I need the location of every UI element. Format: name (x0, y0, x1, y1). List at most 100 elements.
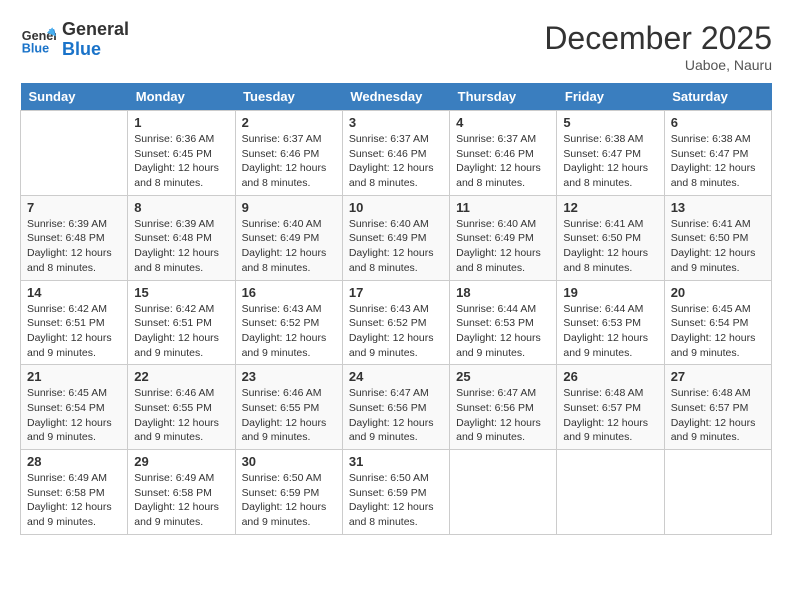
calendar-cell: 19 Sunrise: 6:44 AM Sunset: 6:53 PM Dayl… (557, 280, 664, 365)
logo: General Blue General Blue (20, 20, 129, 60)
daylight-label: Daylight: 12 hours and 9 minutes. (27, 332, 112, 359)
calendar-cell: 11 Sunrise: 6:40 AM Sunset: 6:49 PM Dayl… (450, 195, 557, 280)
sunrise-label: Sunrise: 6:38 AM (563, 133, 643, 145)
daylight-label: Daylight: 12 hours and 8 minutes. (349, 247, 434, 274)
calendar-cell: 16 Sunrise: 6:43 AM Sunset: 6:52 PM Dayl… (235, 280, 342, 365)
sunrise-label: Sunrise: 6:37 AM (456, 133, 536, 145)
cell-info: Sunrise: 6:38 AM Sunset: 6:47 PM Dayligh… (563, 132, 657, 191)
sunset-label: Sunset: 6:59 PM (349, 487, 427, 499)
calendar-cell: 12 Sunrise: 6:41 AM Sunset: 6:50 PM Dayl… (557, 195, 664, 280)
calendar-cell: 21 Sunrise: 6:45 AM Sunset: 6:54 PM Dayl… (21, 365, 128, 450)
location: Uaboe, Nauru (544, 57, 772, 73)
date-number: 15 (134, 285, 228, 300)
sunrise-label: Sunrise: 6:48 AM (563, 387, 643, 399)
daylight-label: Daylight: 12 hours and 9 minutes. (134, 417, 219, 444)
sunrise-label: Sunrise: 6:39 AM (27, 218, 107, 230)
sunset-label: Sunset: 6:49 PM (242, 232, 320, 244)
sunrise-label: Sunrise: 6:37 AM (349, 133, 429, 145)
sunrise-label: Sunrise: 6:46 AM (134, 387, 214, 399)
daylight-label: Daylight: 12 hours and 9 minutes. (671, 247, 756, 274)
daylight-label: Daylight: 12 hours and 9 minutes. (563, 417, 648, 444)
calendar-cell: 31 Sunrise: 6:50 AM Sunset: 6:59 PM Dayl… (342, 450, 449, 535)
sunset-label: Sunset: 6:54 PM (671, 317, 749, 329)
date-number: 30 (242, 454, 336, 469)
cell-info: Sunrise: 6:42 AM Sunset: 6:51 PM Dayligh… (134, 302, 228, 361)
sunset-label: Sunset: 6:57 PM (563, 402, 641, 414)
sunrise-label: Sunrise: 6:40 AM (349, 218, 429, 230)
sunrise-label: Sunrise: 6:40 AM (456, 218, 536, 230)
cell-info: Sunrise: 6:37 AM Sunset: 6:46 PM Dayligh… (349, 132, 443, 191)
week-row-1: 1 Sunrise: 6:36 AM Sunset: 6:45 PM Dayli… (21, 111, 772, 196)
daylight-label: Daylight: 12 hours and 8 minutes. (563, 247, 648, 274)
daylight-label: Daylight: 12 hours and 8 minutes. (456, 162, 541, 189)
cell-info: Sunrise: 6:37 AM Sunset: 6:46 PM Dayligh… (456, 132, 550, 191)
date-number: 19 (563, 285, 657, 300)
cell-info: Sunrise: 6:37 AM Sunset: 6:46 PM Dayligh… (242, 132, 336, 191)
sunset-label: Sunset: 6:53 PM (563, 317, 641, 329)
calendar-cell: 1 Sunrise: 6:36 AM Sunset: 6:45 PM Dayli… (128, 111, 235, 196)
sunset-label: Sunset: 6:46 PM (242, 148, 320, 160)
sunrise-label: Sunrise: 6:41 AM (563, 218, 643, 230)
daylight-label: Daylight: 12 hours and 8 minutes. (242, 247, 327, 274)
cell-info: Sunrise: 6:42 AM Sunset: 6:51 PM Dayligh… (27, 302, 121, 361)
date-number: 14 (27, 285, 121, 300)
daylight-label: Daylight: 12 hours and 9 minutes. (242, 501, 327, 528)
cell-info: Sunrise: 6:41 AM Sunset: 6:50 PM Dayligh… (563, 217, 657, 276)
cell-info: Sunrise: 6:48 AM Sunset: 6:57 PM Dayligh… (671, 386, 765, 445)
sunset-label: Sunset: 6:56 PM (456, 402, 534, 414)
sunset-label: Sunset: 6:50 PM (563, 232, 641, 244)
date-number: 21 (27, 369, 121, 384)
calendar-cell: 13 Sunrise: 6:41 AM Sunset: 6:50 PM Dayl… (664, 195, 771, 280)
calendar-cell: 18 Sunrise: 6:44 AM Sunset: 6:53 PM Dayl… (450, 280, 557, 365)
date-number: 26 (563, 369, 657, 384)
sunset-label: Sunset: 6:55 PM (242, 402, 320, 414)
calendar-cell: 6 Sunrise: 6:38 AM Sunset: 6:47 PM Dayli… (664, 111, 771, 196)
date-number: 13 (671, 200, 765, 215)
sunrise-label: Sunrise: 6:49 AM (27, 472, 107, 484)
calendar-cell (450, 450, 557, 535)
sunset-label: Sunset: 6:58 PM (27, 487, 105, 499)
date-number: 2 (242, 115, 336, 130)
cell-info: Sunrise: 6:40 AM Sunset: 6:49 PM Dayligh… (456, 217, 550, 276)
day-header-thursday: Thursday (450, 83, 557, 111)
sunset-label: Sunset: 6:54 PM (27, 402, 105, 414)
cell-info: Sunrise: 6:47 AM Sunset: 6:56 PM Dayligh… (349, 386, 443, 445)
date-number: 3 (349, 115, 443, 130)
sunrise-label: Sunrise: 6:43 AM (349, 303, 429, 315)
calendar-cell (557, 450, 664, 535)
calendar-cell: 8 Sunrise: 6:39 AM Sunset: 6:48 PM Dayli… (128, 195, 235, 280)
cell-info: Sunrise: 6:48 AM Sunset: 6:57 PM Dayligh… (563, 386, 657, 445)
daylight-label: Daylight: 12 hours and 9 minutes. (563, 332, 648, 359)
day-header-sunday: Sunday (21, 83, 128, 111)
daylight-label: Daylight: 12 hours and 8 minutes. (349, 162, 434, 189)
sunset-label: Sunset: 6:52 PM (242, 317, 320, 329)
cell-info: Sunrise: 6:50 AM Sunset: 6:59 PM Dayligh… (242, 471, 336, 530)
cell-info: Sunrise: 6:39 AM Sunset: 6:48 PM Dayligh… (27, 217, 121, 276)
date-number: 11 (456, 200, 550, 215)
daylight-label: Daylight: 12 hours and 8 minutes. (242, 162, 327, 189)
sunrise-label: Sunrise: 6:45 AM (671, 303, 751, 315)
calendar-cell: 26 Sunrise: 6:48 AM Sunset: 6:57 PM Dayl… (557, 365, 664, 450)
sunrise-label: Sunrise: 6:43 AM (242, 303, 322, 315)
daylight-label: Daylight: 12 hours and 9 minutes. (671, 417, 756, 444)
calendar-cell (21, 111, 128, 196)
daylight-label: Daylight: 12 hours and 9 minutes. (27, 417, 112, 444)
sunrise-label: Sunrise: 6:47 AM (349, 387, 429, 399)
cell-info: Sunrise: 6:44 AM Sunset: 6:53 PM Dayligh… (563, 302, 657, 361)
month-title: December 2025 (544, 20, 772, 57)
daylight-label: Daylight: 12 hours and 9 minutes. (134, 332, 219, 359)
date-number: 10 (349, 200, 443, 215)
sunrise-label: Sunrise: 6:50 AM (349, 472, 429, 484)
calendar-cell: 24 Sunrise: 6:47 AM Sunset: 6:56 PM Dayl… (342, 365, 449, 450)
date-number: 27 (671, 369, 765, 384)
calendar-cell (664, 450, 771, 535)
logo-general: General (62, 20, 129, 40)
sunset-label: Sunset: 6:55 PM (134, 402, 212, 414)
sunrise-label: Sunrise: 6:50 AM (242, 472, 322, 484)
sunset-label: Sunset: 6:46 PM (349, 148, 427, 160)
date-number: 7 (27, 200, 121, 215)
logo-icon: General Blue (20, 22, 56, 58)
sunset-label: Sunset: 6:53 PM (456, 317, 534, 329)
cell-info: Sunrise: 6:39 AM Sunset: 6:48 PM Dayligh… (134, 217, 228, 276)
daylight-label: Daylight: 12 hours and 9 minutes. (242, 417, 327, 444)
